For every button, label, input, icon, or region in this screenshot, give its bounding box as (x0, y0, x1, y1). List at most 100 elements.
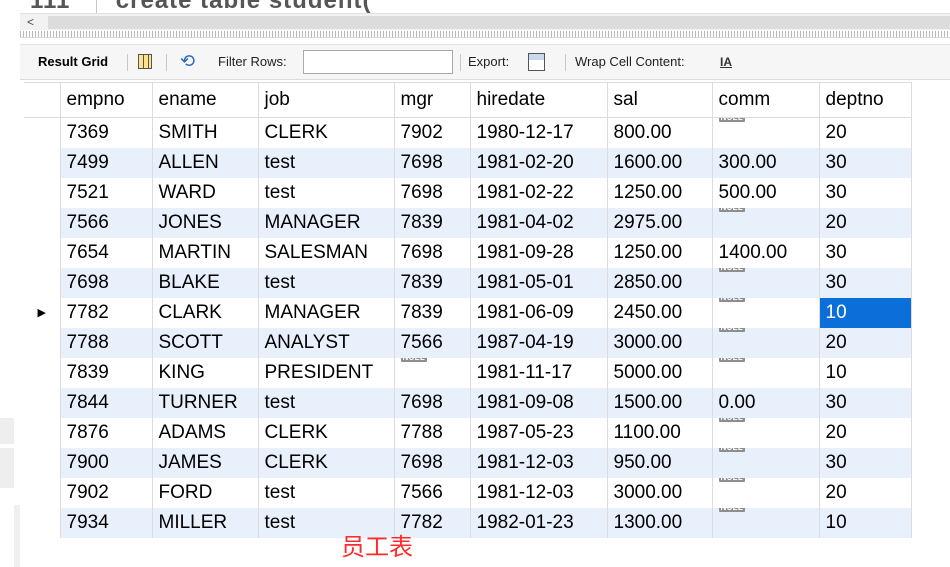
cell-hiredate[interactable]: 1981-09-08 (470, 387, 608, 418)
sql-editor-line[interactable]: 111 create table student( (20, 0, 950, 14)
cell-job[interactable]: CLERK (258, 117, 395, 148)
cell-ename[interactable]: MARTIN (152, 237, 259, 268)
cell-mgr[interactable]: 7698 (394, 387, 471, 418)
table-row[interactable]: 7499 ALLEN test 7698 1981-02-20 1600.00 300.00… (24, 147, 912, 178)
cell-job[interactable]: MANAGER (258, 207, 395, 238)
column-header-comm[interactable]: comm (712, 82, 820, 118)
cell-job[interactable]: CLERK (258, 417, 395, 448)
row-header[interactable] (24, 207, 61, 238)
cell-mgr[interactable]: 7566 (394, 477, 471, 508)
cell-deptno[interactable]: 30 (819, 147, 912, 178)
cell-job[interactable]: SALESMAN (258, 237, 395, 268)
cell-sal[interactable]: 800.00 (607, 117, 713, 148)
column-header-empno[interactable]: empno (60, 82, 153, 118)
cell-deptno[interactable]: 30 (819, 177, 912, 208)
row-header[interactable] (24, 357, 61, 388)
cell-hiredate[interactable]: 1981-12-03 (470, 447, 608, 478)
cell-deptno[interactable]: 20 (819, 477, 912, 508)
cell-hiredate[interactable]: 1980-12-17 (470, 117, 608, 148)
cell-job[interactable]: test (258, 147, 395, 178)
cell-comm[interactable]: 1400.00 (712, 237, 820, 268)
cell-hiredate[interactable]: 1981-06-09 (470, 297, 608, 328)
cell-mgr[interactable]: 7902 (394, 117, 471, 148)
cell-comm[interactable]: NULL (712, 417, 820, 448)
refresh-icon[interactable]: ⟲ (180, 51, 195, 71)
table-row[interactable]: 7844 TURNER test 7698 1981-09-08 1500.00 0.00 3… (24, 387, 912, 418)
cell-empno[interactable]: 7788 (60, 327, 153, 358)
cell-job[interactable]: CLERK (258, 447, 395, 478)
row-header[interactable] (24, 237, 61, 268)
cell-sal[interactable]: 1500.00 (607, 387, 713, 418)
cell-hiredate[interactable]: 1981-11-17 (470, 357, 608, 388)
cell-mgr[interactable]: 7839 (394, 297, 471, 328)
cell-sal[interactable]: 3000.00 (607, 477, 713, 508)
cell-ename[interactable]: ALLEN (152, 147, 259, 178)
row-header[interactable] (24, 387, 61, 418)
cell-comm[interactable]: NULL (712, 327, 820, 358)
cell-job[interactable]: test (258, 177, 395, 208)
cell-hiredate[interactable]: 1981-02-20 (470, 147, 608, 178)
cell-sal[interactable]: 1300.00 (607, 507, 713, 538)
cell-job[interactable]: test (258, 387, 395, 418)
scrollbar-thumb[interactable] (48, 16, 950, 29)
cell-sal[interactable]: 1250.00 (607, 177, 713, 208)
row-header[interactable] (24, 267, 61, 298)
cell-comm[interactable]: NULL (712, 297, 820, 328)
cell-empno[interactable]: 7844 (60, 387, 153, 418)
row-header[interactable] (24, 447, 61, 478)
row-header[interactable] (24, 117, 61, 148)
cell-comm[interactable]: 500.00 (712, 177, 820, 208)
cell-comm[interactable]: NULL (712, 207, 820, 238)
row-header[interactable] (24, 477, 61, 508)
row-header[interactable] (24, 147, 61, 178)
cell-deptno[interactable]: 20 (819, 417, 912, 448)
cell-deptno[interactable]: 10 (819, 297, 912, 328)
cell-deptno[interactable]: 30 (819, 387, 912, 418)
cell-ename[interactable]: JONES (152, 207, 259, 238)
column-header-sal[interactable]: sal (607, 82, 713, 118)
cell-mgr[interactable]: 7839 (394, 207, 471, 238)
cell-job[interactable]: PRESIDENT (258, 357, 395, 388)
cell-ename[interactable]: SMITH (152, 117, 259, 148)
cell-mgr[interactable]: 7839 (394, 267, 471, 298)
form-editor-icon[interactable] (138, 54, 152, 69)
cell-empno[interactable]: 7876 (60, 417, 153, 448)
cell-deptno[interactable]: 30 (819, 447, 912, 478)
column-header-mgr[interactable]: mgr (394, 82, 471, 118)
cell-ename[interactable]: BLAKE (152, 267, 259, 298)
cell-empno[interactable]: 7839 (60, 357, 153, 388)
cell-empno[interactable]: 7654 (60, 237, 153, 268)
cell-hiredate[interactable]: 1981-12-03 (470, 477, 608, 508)
cell-ename[interactable]: JAMES (152, 447, 259, 478)
cell-hiredate[interactable]: 1981-09-28 (470, 237, 608, 268)
cell-deptno[interactable]: 20 (819, 207, 912, 238)
cell-mgr[interactable]: 7698 (394, 147, 471, 178)
row-header[interactable] (24, 177, 61, 208)
filter-rows-input[interactable] (303, 50, 453, 74)
cell-deptno[interactable]: 30 (819, 237, 912, 268)
table-row[interactable]: 7654 MARTIN SALESMAN 7698 1981-09-28 1250.00 1… (24, 237, 912, 268)
cell-mgr[interactable]: NULL (394, 357, 471, 388)
cell-job[interactable]: MANAGER (258, 297, 395, 328)
cell-comm[interactable]: NULL (712, 507, 820, 538)
cell-sal[interactable]: 1250.00 (607, 237, 713, 268)
column-header-deptno[interactable]: deptno (819, 82, 912, 118)
row-header[interactable] (24, 327, 61, 358)
cell-sal[interactable]: 950.00 (607, 447, 713, 478)
cell-ename[interactable]: KING (152, 357, 259, 388)
cell-mgr[interactable]: 7788 (394, 417, 471, 448)
table-row[interactable]: 7876ADAMSCLERK77881987-05-231100.00 NULL 2… (24, 417, 912, 448)
cell-sal[interactable]: 2450.00 (607, 297, 713, 328)
table-row[interactable]: 7839KINGPRESIDENT NULL 1981-11-175000.00 NU… (24, 357, 912, 388)
cell-deptno[interactable]: 20 (819, 117, 912, 148)
cell-empno[interactable]: 7902 (60, 477, 153, 508)
cell-empno[interactable]: 7698 (60, 267, 153, 298)
current-row-indicator-icon[interactable]: ▶ (24, 297, 61, 328)
column-header-ename[interactable]: ename (152, 82, 259, 118)
cell-ename[interactable]: FORD (152, 477, 259, 508)
cell-job[interactable]: test (258, 477, 395, 508)
row-header[interactable] (24, 417, 61, 448)
cell-ename[interactable]: TURNER (152, 387, 259, 418)
table-row[interactable]: 7900JAMESCLERK76981981-12-03950.00 NULL 30 (24, 447, 912, 478)
table-row[interactable]: ▶7782CLARKMANAGER78391981-06-092450.00 NU… (24, 297, 912, 328)
